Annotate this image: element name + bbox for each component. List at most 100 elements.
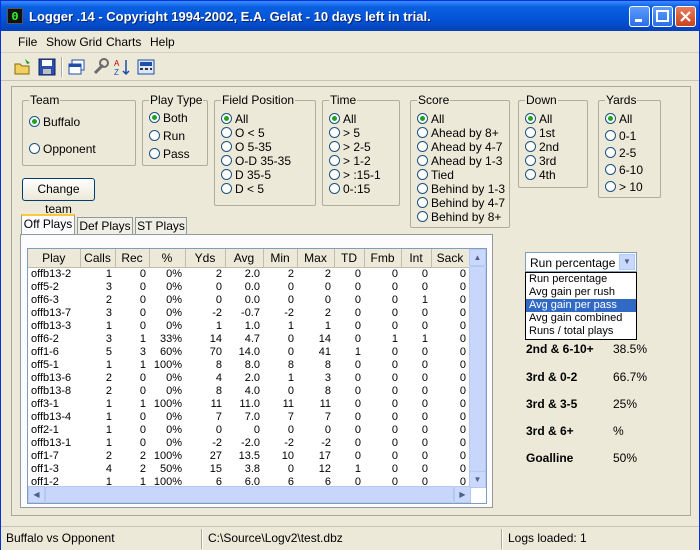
- time-option[interactable]: > 1-2: [329, 154, 371, 168]
- vertical-scroll-thumb[interactable]: [469, 266, 486, 472]
- plays-grid[interactable]: Play Calls Rec % Yds Avg Min Max TD Fmb …: [27, 248, 487, 504]
- table-row[interactable]: offb13-7 3 0 0% -2 -0.7 -2 2 0 0 0 0: [28, 307, 469, 320]
- chevron-down-icon[interactable]: ▼: [619, 254, 635, 270]
- table-row[interactable]: off5-1 1 1 100% 8 8.0 8 8 0 0 0 0: [28, 359, 469, 372]
- table-row[interactable]: offb13-6 2 0 0% 4 2.0 1 3 0 0 0 0: [28, 372, 469, 385]
- maximize-button[interactable]: [652, 6, 673, 27]
- save-icon[interactable]: [37, 57, 57, 77]
- column-header-max[interactable]: Max: [297, 249, 335, 268]
- table-row[interactable]: off3-1 1 1 100% 11 11.0 11 11 0 0 0 0: [28, 398, 469, 411]
- field-position-option[interactable]: All: [221, 112, 248, 126]
- dropdown-option-highlighted[interactable]: Avg gain per pass: [526, 299, 636, 312]
- time-option[interactable]: > 2-5: [329, 140, 371, 154]
- vertical-scrollbar[interactable]: ▲ ▼: [469, 249, 486, 488]
- table-row[interactable]: offb13-8 2 0 0% 8 4.0 0 8 0 0 0 0: [28, 385, 469, 398]
- team-option-opponent[interactable]: Opponent: [29, 142, 96, 156]
- field-position-option[interactable]: O-D 35-35: [221, 154, 291, 168]
- play-type-option-run[interactable]: Run: [149, 129, 185, 143]
- score-option[interactable]: Ahead by 1-3: [417, 154, 502, 168]
- tab-st-plays[interactable]: ST Plays: [135, 217, 187, 235]
- field-position-option[interactable]: O < 5: [221, 126, 265, 140]
- tab-def-plays[interactable]: Def Plays: [77, 217, 133, 235]
- menu-show-grid[interactable]: Show Grid: [46, 35, 102, 49]
- column-header-sack[interactable]: Sack: [431, 249, 470, 268]
- radio-icon: [221, 141, 232, 152]
- scroll-right-icon[interactable]: ▶: [454, 486, 471, 503]
- column-header-avg[interactable]: Avg: [225, 249, 264, 268]
- chart-type-select[interactable]: Run percentage ▼: [525, 252, 637, 272]
- yards-option[interactable]: 2-5: [605, 146, 636, 160]
- score-option[interactable]: Ahead by 8+: [417, 126, 499, 140]
- score-option[interactable]: Ahead by 4-7: [417, 140, 502, 154]
- time-option[interactable]: > 5: [329, 126, 360, 140]
- field-position-option[interactable]: D < 5: [221, 182, 264, 196]
- down-option[interactable]: 4th: [525, 168, 556, 182]
- table-row[interactable]: off6-2 3 1 33% 14 4.7 0 14 0 1 1 0: [28, 333, 469, 346]
- column-header-rec[interactable]: Rec: [115, 249, 150, 268]
- play-type-option-both[interactable]: Both: [149, 111, 188, 125]
- calculator-icon[interactable]: [136, 57, 156, 77]
- down-option[interactable]: All: [525, 112, 552, 126]
- table-cell: 0%: [166, 384, 182, 397]
- column-header-fmb[interactable]: Fmb: [364, 249, 402, 268]
- menu-charts[interactable]: Charts: [106, 35, 141, 49]
- table-row[interactable]: off6-3 2 0 0% 0 0.0 0 0 0 0 1 0: [28, 294, 469, 307]
- time-option[interactable]: 0-:15: [329, 182, 370, 196]
- window-icon[interactable]: [67, 57, 87, 77]
- menu-file[interactable]: File: [18, 35, 37, 49]
- column-header-min[interactable]: Min: [263, 249, 298, 268]
- column-header-play[interactable]: Play: [28, 249, 81, 268]
- table-row[interactable]: offb13-3 1 0 0% 1 1.0 1 1 0 0 0 0: [28, 320, 469, 333]
- scroll-down-icon[interactable]: ▼: [469, 471, 486, 488]
- yards-option[interactable]: 0-1: [605, 129, 636, 143]
- title-bar[interactable]: 0 Logger .14 - Copyright 1994-2002, E.A.…: [1, 1, 699, 31]
- column-header-yds[interactable]: Yds: [185, 249, 226, 268]
- scroll-left-icon[interactable]: ◀: [28, 486, 45, 503]
- team-option-buffalo[interactable]: Buffalo: [29, 115, 80, 129]
- down-option[interactable]: 2nd: [525, 140, 559, 154]
- horizontal-scroll-thumb[interactable]: [45, 486, 454, 503]
- horizontal-scrollbar[interactable]: ◀ ▶: [28, 486, 471, 503]
- table-row[interactable]: off2-1 1 0 0% 0 0 0 0 0 0 0 0: [28, 424, 469, 437]
- score-option[interactable]: Behind by 4-7: [417, 196, 505, 210]
- table-row[interactable]: off1-6 5 3 60% 70 14.0 0 41 1 0 0 0: [28, 346, 469, 359]
- play-type-option-pass[interactable]: Pass: [149, 147, 190, 161]
- table-row[interactable]: offb13-1 1 0 0% -2 -2.0 -2 -2 0 0 0 0: [28, 437, 469, 450]
- time-option[interactable]: All: [329, 112, 356, 126]
- radio-icon: [417, 197, 428, 208]
- column-header-int[interactable]: Int: [401, 249, 432, 268]
- column-header-td[interactable]: TD: [334, 249, 365, 268]
- dropdown-option[interactable]: Avg gain combined: [526, 312, 636, 325]
- table-row[interactable]: off1-7 2 2 100% 27 13.5 10 17 0 0 0 0: [28, 450, 469, 463]
- column-header-calls[interactable]: Calls: [80, 249, 116, 268]
- yards-option[interactable]: > 10: [605, 180, 643, 194]
- table-row[interactable]: offb13-4 1 0 0% 7 7.0 7 7 0 0 0 0: [28, 411, 469, 424]
- score-option[interactable]: Behind by 1-3: [417, 182, 505, 196]
- change-team-button[interactable]: Change team: [22, 178, 95, 216]
- close-button[interactable]: [675, 6, 696, 27]
- dropdown-option[interactable]: Runs / total plays: [526, 325, 636, 338]
- down-option[interactable]: 3rd: [525, 154, 556, 168]
- yards-option[interactable]: 6-10: [605, 163, 643, 177]
- time-option[interactable]: > :15-1: [329, 168, 381, 182]
- scroll-up-icon[interactable]: ▲: [469, 249, 486, 266]
- sort-icon[interactable]: AZ: [113, 57, 133, 77]
- column-header-pct[interactable]: %: [149, 249, 186, 268]
- down-option[interactable]: 1st: [525, 126, 555, 140]
- dropdown-option[interactable]: Avg gain per rush: [526, 286, 636, 299]
- score-option[interactable]: All: [417, 112, 444, 126]
- yards-option[interactable]: All: [605, 112, 632, 126]
- table-row[interactable]: off5-2 3 0 0% 0 0.0 0 0 0 0 0 0: [28, 281, 469, 294]
- field-position-option[interactable]: O 5-35: [221, 140, 272, 154]
- menu-help[interactable]: Help: [150, 35, 175, 49]
- minimize-button[interactable]: [629, 6, 650, 27]
- score-option[interactable]: Tied: [417, 168, 454, 182]
- field-position-option[interactable]: D 35-5: [221, 168, 271, 182]
- tab-off-plays[interactable]: Off Plays: [21, 214, 75, 235]
- wrench-icon[interactable]: [91, 57, 111, 77]
- open-icon[interactable]: [13, 57, 33, 77]
- score-option[interactable]: Behind by 8+: [417, 210, 501, 224]
- table-row[interactable]: offb13-2 1 0 0% 2 2.0 2 2 0 0 0 0: [28, 267, 469, 281]
- table-row[interactable]: off1-3 4 2 50% 15 3.8 0 12 1 0 0 0: [28, 463, 469, 476]
- dropdown-option[interactable]: Run percentage: [526, 273, 636, 286]
